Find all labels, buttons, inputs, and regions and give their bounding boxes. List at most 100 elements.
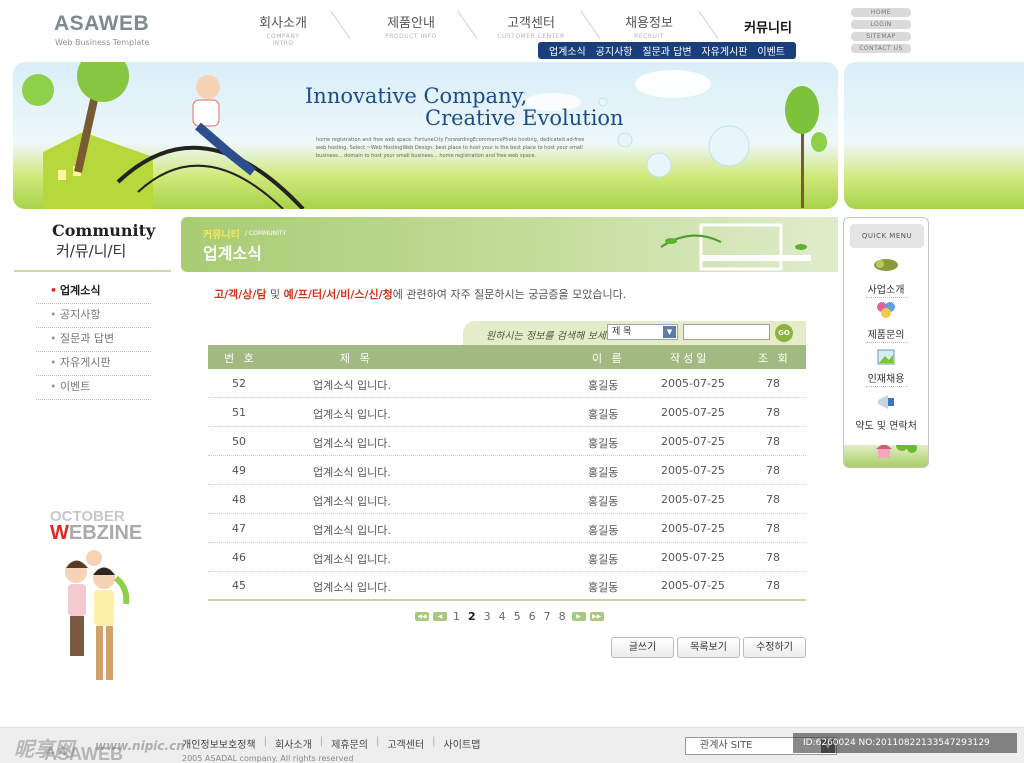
sidebar-item-free-board[interactable]: 자유게시판 [36, 352, 151, 376]
gnb-product[interactable]: 제품안내 PRODUCT INFO [384, 12, 438, 40]
content-header-category: 커뮤니티 [203, 230, 240, 241]
page-link-current[interactable]: 2 [468, 610, 476, 623]
gnb-label: 커뮤니티 [744, 21, 792, 36]
cell-title[interactable]: 업계소식 입니다. [313, 435, 391, 451]
footer-link-privacy[interactable]: 개인정보보호정책 [182, 736, 256, 751]
cell-date: 2005-07-25 [661, 435, 725, 448]
footer-link-company[interactable]: 회사소개 [275, 736, 312, 751]
home-link[interactable]: HOME [851, 8, 911, 17]
prev-page-icon[interactable]: ◀ [433, 611, 447, 621]
sidebar-item-event[interactable]: 이벤트 [36, 376, 151, 400]
cell-views: 78 [766, 435, 780, 448]
sidebar-item-industry-news[interactable]: 업계소식 [36, 280, 151, 304]
page-link[interactable]: 1 [453, 610, 460, 623]
table-row[interactable]: 48 업계소식 입니다. 홍길동 2005-07-25 78 [208, 485, 806, 514]
page-link[interactable]: 3 [484, 610, 491, 623]
picture-icon [877, 349, 895, 365]
last-page-icon[interactable]: ▶▶ [589, 611, 604, 621]
gnb-sub-label: CUSTOMER CENTER [497, 33, 565, 40]
subnav-item[interactable]: 이벤트 [757, 43, 785, 58]
cell-no: 46 [232, 551, 246, 564]
quick-item-map[interactable]: 약도 및 연락처 [843, 417, 929, 432]
intro-text-part: 에 관련하여 자주 질문하시는 궁금증을 모았습니다. [392, 288, 627, 301]
sitemap-link[interactable]: SITEMAP [851, 32, 911, 41]
content-header-bar [181, 217, 838, 272]
cell-name: 홍길동 [588, 553, 619, 566]
first-page-icon[interactable]: ◀◀ [415, 611, 429, 621]
webzine-title[interactable]: WEBZINE [50, 522, 142, 545]
footer-link-partnership[interactable]: 제휴문의 [331, 736, 368, 751]
gnb-company[interactable]: 회사소개 COMPANY INTRO [256, 12, 310, 47]
search-field-select[interactable]: 제 목 ▼ [607, 324, 678, 340]
subnav-item[interactable]: 업계소식 [549, 43, 586, 58]
gnb-sub-label: RECRUIT [634, 33, 664, 40]
next-page-icon[interactable]: ▶ [571, 611, 586, 621]
gnb-sub-label: COMPANY INTRO [266, 33, 300, 47]
footer-link-customer-center[interactable]: 고객센터 [387, 736, 424, 751]
page: ASAWEB Web Business Template 회사소개 COMPAN… [0, 0, 1024, 763]
login-link[interactable]: LOGIN [851, 20, 911, 29]
list-button[interactable]: 목록보기 [677, 637, 740, 658]
sidebar-divider [14, 270, 171, 272]
sidebar-item-label: 자유게시판 [60, 356, 111, 369]
cell-date: 2005-07-25 [661, 522, 725, 535]
cell-views: 78 [766, 522, 780, 535]
page-link[interactable]: 8 [559, 610, 566, 623]
gnb-divider [580, 10, 601, 40]
subnav-item[interactable]: 질문과 답변 [642, 43, 691, 58]
cell-no: 52 [232, 377, 246, 390]
gnb-recruit[interactable]: 채용정보 RECRUIT [622, 12, 676, 40]
gnb-community[interactable]: 커뮤니티 [740, 17, 796, 36]
quick-item-inquiry[interactable]: 제품문의 [843, 326, 929, 341]
intro-highlight: 고/객/상/담 [214, 288, 267, 301]
content-header-category-en: / COMMUNITY [245, 230, 287, 237]
search-go-button[interactable]: GO [775, 324, 793, 342]
page-link[interactable]: 5 [514, 610, 521, 623]
page-link[interactable]: 7 [544, 610, 551, 623]
table-row[interactable]: 51 업계소식 입니다. 홍길동 2005-07-25 78 [208, 398, 806, 427]
table-row[interactable]: 52 업계소식 입니다. 홍길동 2005-07-25 78 [208, 369, 806, 398]
write-button[interactable]: 글쓰기 [611, 637, 674, 658]
cell-title[interactable]: 업계소식 입니다. [313, 522, 391, 538]
cell-title[interactable]: 업계소식 입니다. [313, 464, 391, 480]
cell-date: 2005-07-25 [661, 551, 725, 564]
page-link[interactable]: 6 [529, 610, 536, 623]
watermark-logo: 昵享网 [14, 737, 74, 761]
footer-link-separator: | [432, 736, 436, 747]
cell-date: 2005-07-25 [661, 377, 725, 390]
megaphone-icon [878, 395, 894, 409]
gnb-label: 회사소개 [259, 16, 307, 31]
site-logo[interactable]: ASAWEB [54, 12, 149, 36]
gnb-customer[interactable]: 고객센터 CUSTOMER CENTER [497, 12, 565, 40]
cell-title[interactable]: 업계소식 입니다. [313, 377, 391, 393]
table-row[interactable]: 47 업계소식 입니다. 홍길동 2005-07-25 78 [208, 514, 806, 543]
table-row[interactable]: 49 업계소식 입니다. 홍길동 2005-07-25 78 [208, 456, 806, 485]
subnav-item[interactable]: 자유게시판 [701, 43, 747, 58]
search-input[interactable] [683, 324, 770, 340]
quick-item-business[interactable]: 사업소개 [843, 281, 929, 296]
contact-us-link[interactable]: CONTACT US [851, 44, 911, 53]
cell-title[interactable]: 업계소식 입니다. [313, 551, 391, 567]
gnb-label: 제품안내 [387, 16, 435, 31]
search-label: 원하시는 정보를 검색해 보세요! [486, 331, 620, 342]
cell-title[interactable]: 업계소식 입니다. [313, 579, 391, 595]
cell-title[interactable]: 업계소식 입니다. [313, 406, 391, 422]
cell-views: 78 [766, 493, 780, 506]
chevron-down-icon: ▼ [663, 326, 676, 338]
table-row[interactable]: 50 업계소식 입니다. 홍길동 2005-07-25 78 [208, 427, 806, 456]
banner-title-line1: Innovative Company, [305, 84, 528, 108]
table-row[interactable]: 46 업계소식 입니다. 홍길동 2005-07-25 78 [208, 543, 806, 572]
quick-item-recruit[interactable]: 인재채용 [843, 370, 929, 385]
footer-link-sitemap[interactable]: 사이트맵 [444, 736, 481, 751]
page-link[interactable]: 4 [499, 610, 506, 623]
edit-button[interactable]: 수정하기 [743, 637, 806, 658]
subnav-item[interactable]: 공지사항 [596, 43, 633, 58]
table-row[interactable]: 45 업계소식 입니다. 홍길동 2005-07-25 78 [208, 571, 806, 600]
cell-title[interactable]: 업계소식 입니다. [313, 493, 391, 509]
page-title: 업계소식 [203, 244, 262, 263]
gnb-label: 고객센터 [507, 16, 555, 31]
column-header-no: 번 호 [224, 352, 257, 365]
sidebar-item-qna[interactable]: 질문과 답변 [36, 328, 151, 352]
sidebar-item-notice[interactable]: 공지사항 [36, 304, 151, 328]
intro-text-part: 및 [266, 288, 284, 301]
